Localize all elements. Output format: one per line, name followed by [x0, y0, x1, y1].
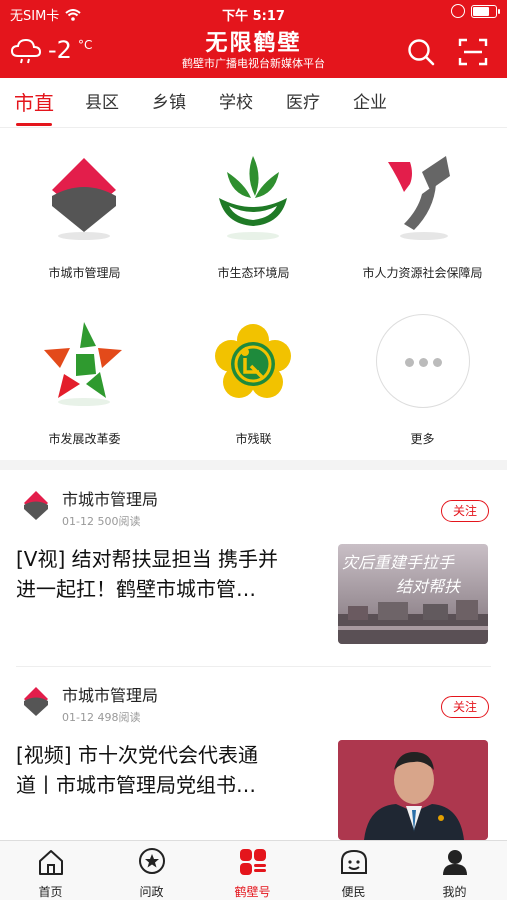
nav-home[interactable]: 首页 — [0, 841, 101, 900]
disabled-federation-logo — [215, 324, 291, 398]
section-divider — [0, 460, 507, 470]
title-line: 道丨市城市管理局党组书… — [16, 773, 256, 797]
article-meta: 01-12 500阅读 — [62, 513, 140, 529]
nav-label: 鹤壁号 — [234, 885, 271, 899]
article-reads: 498阅读 — [97, 711, 141, 724]
account-grid: 市城市管理局 市生态环境局 市人力资源社会保障局 市发展改革委 市残联 更多 — [0, 128, 507, 460]
follow-button[interactable]: 关注 — [441, 696, 489, 718]
hr-social-security-logo — [388, 156, 450, 240]
source-name[interactable]: 市城市管理局 — [62, 486, 158, 510]
account-label: 更多 — [410, 432, 435, 446]
more-icon — [376, 314, 470, 408]
account-label: 市发展改革委 — [48, 432, 121, 446]
star-chat-icon — [139, 848, 165, 874]
thumbnail-image — [338, 740, 488, 840]
scan-icon[interactable] — [458, 37, 488, 67]
title-line: [视频] 市十次党代会代表通 — [16, 743, 258, 767]
nav-wenzheng[interactable]: 问政 — [101, 841, 202, 900]
nav-mine[interactable]: 我的 — [404, 841, 505, 900]
follow-button[interactable]: 关注 — [441, 500, 489, 522]
tab-xuexiao[interactable]: 学校 — [219, 78, 253, 128]
nav-label: 我的 — [442, 885, 467, 899]
article-date: 01-12 — [62, 515, 94, 528]
title-line: [V视] 结对帮扶显担当 携手并 — [16, 547, 279, 571]
nav-label: 问政 — [139, 885, 164, 899]
article-card[interactable]: 市城市管理局 01-12 498阅读 关注 [视频] 市十次党代会代表通 道丨市… — [0, 666, 507, 856]
article-card[interactable]: 市城市管理局 01-12 500阅读 关注 [V视] 结对帮扶显担当 携手并 进… — [0, 470, 507, 660]
tab-shizhi[interactable]: 市直 — [14, 78, 54, 128]
city-management-logo — [52, 158, 116, 240]
account-more[interactable]: 更多 — [338, 294, 507, 460]
source-avatar[interactable] — [18, 488, 54, 524]
source-name[interactable]: 市城市管理局 — [62, 682, 158, 706]
article-reads: 500阅读 — [97, 515, 141, 528]
hebi-account-icon — [240, 849, 266, 875]
clock: 下午 5:17 — [222, 9, 285, 24]
account-ecology[interactable]: 市生态环境局 — [169, 128, 338, 294]
article-title[interactable]: [视频] 市十次党代会代表通 道丨市城市管理局党组书… — [16, 740, 328, 800]
home-icon — [39, 850, 63, 875]
status-bar: 无SIM卡 下午 5:17 — [0, 0, 507, 26]
category-tabs: 市直 县区 乡镇 学校 医疗 企业 — [0, 78, 507, 128]
app-header: 无SIM卡 下午 5:17 -2 °C 无限鹤壁 鹤壁市广播电视台新媒体平台 — [0, 0, 507, 78]
service-face-icon — [341, 849, 367, 874]
tab-yiliao[interactable]: 医疗 — [286, 78, 320, 128]
article-thumbnail[interactable] — [338, 740, 488, 840]
tab-xiangzhen[interactable]: 乡镇 — [152, 78, 186, 128]
account-disabled-federation[interactable]: 市残联 — [169, 294, 338, 460]
account-development-reform[interactable]: 市发展改革委 — [0, 294, 169, 460]
article-thumbnail[interactable]: 灾后重建手拉手 结对帮扶 — [338, 544, 488, 644]
search-icon[interactable] — [406, 37, 436, 67]
ecology-logo — [219, 156, 287, 240]
article-date: 01-12 — [62, 711, 94, 724]
user-icon — [443, 850, 467, 875]
thumbnail-caption: 灾后重建手拉手 — [342, 553, 455, 572]
thumbnail-caption: 结对帮扶 — [396, 577, 462, 596]
nav-hebihao[interactable]: 鹤壁号 — [202, 841, 303, 900]
tab-qiye[interactable]: 企业 — [353, 78, 387, 128]
article-title[interactable]: [V视] 结对帮扶显担当 携手并 进一起扛！鹤壁市城市管… — [16, 544, 328, 604]
nav-label: 便民 — [341, 885, 366, 899]
account-hr-social-security[interactable]: 市人力资源社会保障局 — [338, 128, 507, 294]
article-meta: 01-12 498阅读 — [62, 709, 140, 725]
account-label: 市城市管理局 — [48, 266, 121, 280]
tab-xianqu[interactable]: 县区 — [85, 78, 119, 128]
account-label: 市残联 — [235, 432, 272, 446]
battery-icon — [471, 4, 500, 18]
account-label: 市人力资源社会保障局 — [362, 266, 483, 280]
nav-label: 首页 — [38, 885, 63, 899]
nav-bianmin[interactable]: 便民 — [303, 841, 404, 900]
title-line: 进一起扛！鹤壁市城市管… — [16, 577, 256, 601]
rotation-lock-icon — [451, 4, 465, 18]
development-reform-logo — [44, 322, 122, 406]
account-city-management[interactable]: 市城市管理局 — [0, 128, 169, 294]
thumbnail-image: 灾后重建手拉手 结对帮扶 — [338, 544, 488, 644]
source-avatar[interactable] — [18, 684, 54, 720]
bottom-nav: 首页 问政 鹤壁号 便民 我的 — [0, 840, 507, 900]
account-label: 市生态环境局 — [217, 266, 290, 280]
